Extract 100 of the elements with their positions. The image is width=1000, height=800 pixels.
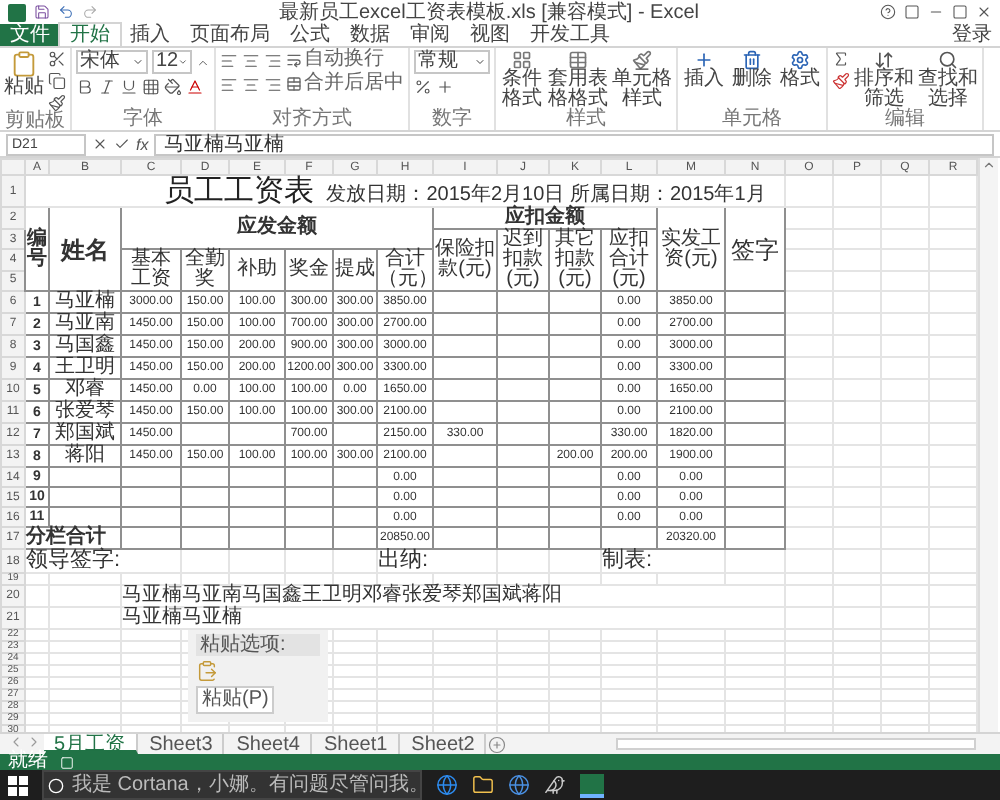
align-left-icon[interactable]: [220, 75, 238, 93]
grow-font-icon[interactable]: [196, 55, 210, 69]
clipboard-icon[interactable]: [10, 50, 38, 78]
cells-button[interactable]: 格式: [778, 50, 822, 90]
grid-icon: [512, 50, 532, 70]
style-button[interactable]: 条件格式: [500, 50, 544, 110]
undo-icon[interactable]: [58, 4, 74, 20]
clipboard-icon[interactable]: [196, 660, 218, 682]
ribbon-tab[interactable]: 插入: [120, 24, 180, 46]
scroll-up-icon[interactable]: [982, 158, 996, 172]
cancel-icon[interactable]: [92, 136, 108, 152]
table-cell: 马亚楠: [49, 291, 121, 313]
windows-logo-icon[interactable]: [8, 775, 28, 795]
enter-icon[interactable]: [114, 136, 130, 152]
table-cell: 分栏合计: [25, 527, 121, 549]
search-field[interactable]: 我是 Cortana，小娜。有问题尽管问我。: [42, 770, 422, 800]
number-format-select[interactable]: 常规: [414, 50, 490, 74]
column-heading: 签字: [725, 207, 785, 291]
align-center-icon[interactable]: [242, 75, 260, 93]
align-right-icon[interactable]: [264, 75, 282, 93]
group-label: 剪贴板: [4, 112, 66, 132]
paste-button[interactable]: 粘贴(P): [196, 686, 275, 714]
align-right-icon[interactable]: [264, 51, 282, 69]
merge-cells-icon: [286, 76, 302, 92]
paste-button[interactable]: 粘贴: [4, 50, 44, 98]
sign-in-link[interactable]: 登录: [952, 24, 1000, 46]
column-heading: 应扣金额: [433, 207, 657, 229]
scroll-right-icon[interactable]: [26, 734, 42, 750]
copy-icon[interactable]: [48, 72, 66, 90]
sigma-icon[interactable]: [832, 50, 850, 68]
add-sheet-icon[interactable]: [488, 735, 507, 753]
borders-icon[interactable]: [142, 78, 160, 96]
column-heading: 应扣合计(元): [601, 229, 657, 291]
percent-icon[interactable]: [414, 78, 432, 96]
wrap-text-button[interactable]: 自动换行: [286, 50, 384, 70]
scroll-left-icon[interactable]: [8, 734, 24, 750]
close-icon[interactable]: [976, 4, 992, 20]
column-heading: 基本工资: [121, 249, 181, 291]
group-label: 单元格: [720, 110, 784, 130]
table-cell: 马亚南: [49, 313, 121, 335]
column-heading: 合计（元）: [377, 249, 433, 291]
globe-icon[interactable]: [508, 774, 530, 796]
search-icon: [938, 50, 958, 70]
group-label: 字体: [121, 110, 165, 130]
ribbon-tab[interactable]: 开始: [60, 24, 120, 46]
brush-icon[interactable]: [832, 72, 850, 90]
wrap-text-icon: [286, 52, 302, 68]
column-heading: 奖金: [285, 249, 333, 291]
bold-icon[interactable]: [76, 78, 94, 96]
font-color-icon[interactable]: [186, 78, 204, 96]
align-left-icon[interactable]: [220, 51, 238, 69]
menu-title: 粘贴选项:: [196, 634, 320, 656]
sort-icon: [874, 50, 894, 70]
sheet-title: 员工工资表: [164, 176, 315, 206]
ribbon-tab[interactable]: 视图: [460, 24, 520, 46]
ribbon-tab[interactable]: 页面布局: [180, 24, 280, 46]
ribbon-tab[interactable]: 公式: [280, 24, 340, 46]
editing-button[interactable]: 查找和选择: [918, 50, 978, 110]
column-heading: 应发金额: [121, 207, 433, 249]
style-button[interactable]: 套用表格格式: [548, 50, 608, 110]
cells-button[interactable]: 插入: [682, 50, 726, 90]
vertical-scrollbar[interactable]: [978, 158, 998, 732]
save-icon[interactable]: [34, 4, 50, 20]
help-icon[interactable]: [880, 4, 896, 20]
macro-record-icon[interactable]: [60, 755, 74, 769]
bird-icon[interactable]: [544, 774, 566, 796]
italic-icon[interactable]: [98, 78, 116, 96]
cells-button[interactable]: 删除: [730, 50, 774, 90]
merge-center-button[interactable]: 合并后居中: [286, 74, 404, 94]
table-cell: 蒋阳: [49, 445, 121, 467]
column-heading: 姓名: [49, 207, 121, 291]
maximize-icon[interactable]: [952, 4, 968, 20]
font-select[interactable]: 宋体: [76, 50, 148, 74]
underline-icon[interactable]: [120, 78, 138, 96]
ribbon-tab[interactable]: 数据: [340, 24, 400, 46]
align-center-icon[interactable]: [242, 51, 260, 69]
column-heading: 保险扣款(元): [433, 229, 497, 291]
ribbon-tab[interactable]: 开发工具: [520, 24, 620, 46]
style-button[interactable]: 单元格样式: [612, 50, 672, 110]
cut-icon[interactable]: [48, 50, 66, 68]
ribbon-tab[interactable]: 审阅: [400, 24, 460, 46]
table-cell: 郑国斌: [49, 423, 121, 445]
editing-button[interactable]: 排序和筛选: [854, 50, 914, 110]
table-cell: 领导签字:: [25, 549, 181, 573]
font-size-select[interactable]: 12: [152, 50, 192, 74]
column-heading: 全勤奖: [181, 249, 229, 291]
folder-icon[interactable]: [472, 774, 494, 796]
spreadsheet-app-icon[interactable]: [580, 773, 604, 797]
table-cell: 出纳:: [377, 549, 497, 573]
format-painter-icon[interactable]: [48, 94, 66, 112]
caret-icon: [178, 56, 188, 68]
formula-field[interactable]: 马亚楠马亚楠: [154, 133, 994, 155]
insert-function-label[interactable]: fx: [136, 135, 149, 153]
fill-color-icon[interactable]: [164, 78, 182, 96]
horizontal-scrollbar[interactable]: [616, 738, 976, 750]
brush-icon: [632, 50, 652, 70]
browser-icon[interactable]: [436, 774, 458, 796]
group-label: 对齐方式: [270, 110, 354, 130]
ribbon-tab[interactable]: 文件: [0, 24, 60, 46]
column-heading: 其它扣款(元): [549, 229, 601, 291]
